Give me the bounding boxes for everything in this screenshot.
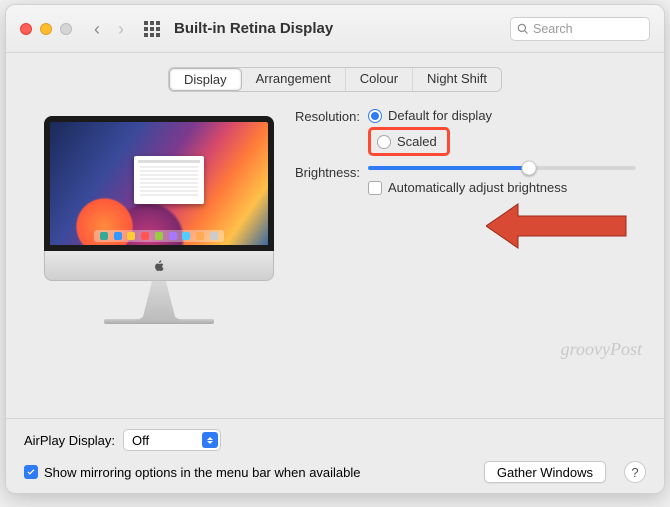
brightness-label: Brightness: bbox=[284, 164, 368, 180]
auto-brightness-label: Automatically adjust brightness bbox=[388, 180, 567, 195]
bottom-panel: AirPlay Display: Off Show mirroring opti… bbox=[6, 419, 664, 493]
airplay-label: AirPlay Display: bbox=[24, 433, 115, 448]
window-title: Built-in Retina Display bbox=[174, 20, 333, 37]
forward-button[interactable]: › bbox=[118, 20, 124, 38]
display-preview bbox=[34, 108, 284, 418]
back-button[interactable]: ‹ bbox=[94, 20, 100, 38]
auto-brightness-option[interactable]: Automatically adjust brightness bbox=[368, 180, 636, 195]
mini-window-icon bbox=[134, 156, 204, 204]
resolution-scaled-label: Scaled bbox=[397, 134, 437, 149]
checkbox-checked-icon[interactable] bbox=[24, 465, 38, 479]
tab-arrangement[interactable]: Arrangement bbox=[242, 68, 346, 91]
preferences-window: ‹ › Built-in Retina Display Search Displ… bbox=[5, 4, 665, 494]
window-controls bbox=[20, 23, 72, 35]
apple-logo-icon bbox=[153, 259, 165, 273]
airplay-value: Off bbox=[132, 433, 149, 448]
imac-chin bbox=[44, 251, 274, 281]
resolution-default-option[interactable]: Default for display bbox=[368, 108, 636, 123]
imac-screen bbox=[44, 116, 274, 251]
maximize-icon bbox=[60, 23, 72, 35]
radio-unchecked-icon bbox=[377, 135, 391, 149]
search-placeholder: Search bbox=[533, 22, 573, 36]
scaled-highlight: Scaled bbox=[368, 127, 450, 156]
mirroring-checkbox-label: Show mirroring options in the menu bar w… bbox=[44, 465, 361, 480]
resolution-scaled-option[interactable]: Scaled bbox=[377, 134, 437, 149]
search-icon bbox=[517, 23, 529, 35]
dock-preview bbox=[94, 230, 224, 242]
tab-display[interactable]: Display bbox=[169, 68, 242, 91]
brightness-slider[interactable] bbox=[368, 166, 636, 170]
display-settings: Resolution: Default for display Scaled bbox=[284, 108, 636, 418]
titlebar: ‹ › Built-in Retina Display Search bbox=[6, 5, 664, 53]
radio-checked-icon bbox=[368, 109, 382, 123]
wallpaper-preview bbox=[50, 122, 268, 245]
search-input[interactable]: Search bbox=[510, 17, 650, 41]
gather-windows-button[interactable]: Gather Windows bbox=[484, 461, 606, 483]
resolution-label: Resolution: bbox=[284, 108, 368, 124]
segmented-control: Display Arrangement Colour Night Shift bbox=[168, 67, 502, 92]
slider-fill bbox=[368, 166, 529, 170]
checkbox-unchecked-icon bbox=[368, 181, 382, 195]
tabbar: Display Arrangement Colour Night Shift bbox=[6, 53, 664, 104]
content-area: Resolution: Default for display Scaled bbox=[6, 104, 664, 418]
resolution-default-label: Default for display bbox=[388, 108, 492, 123]
slider-thumb-icon[interactable] bbox=[521, 161, 536, 176]
help-button[interactable]: ? bbox=[624, 461, 646, 483]
airplay-select[interactable]: Off bbox=[123, 429, 221, 451]
select-caret-icon bbox=[202, 432, 218, 448]
close-icon[interactable] bbox=[20, 23, 32, 35]
tab-colour[interactable]: Colour bbox=[346, 68, 413, 91]
show-all-icon[interactable] bbox=[144, 21, 160, 37]
minimize-icon[interactable] bbox=[40, 23, 52, 35]
nav-buttons: ‹ › bbox=[94, 20, 124, 38]
tab-night-shift[interactable]: Night Shift bbox=[413, 68, 501, 91]
imac-stand bbox=[136, 281, 182, 321]
